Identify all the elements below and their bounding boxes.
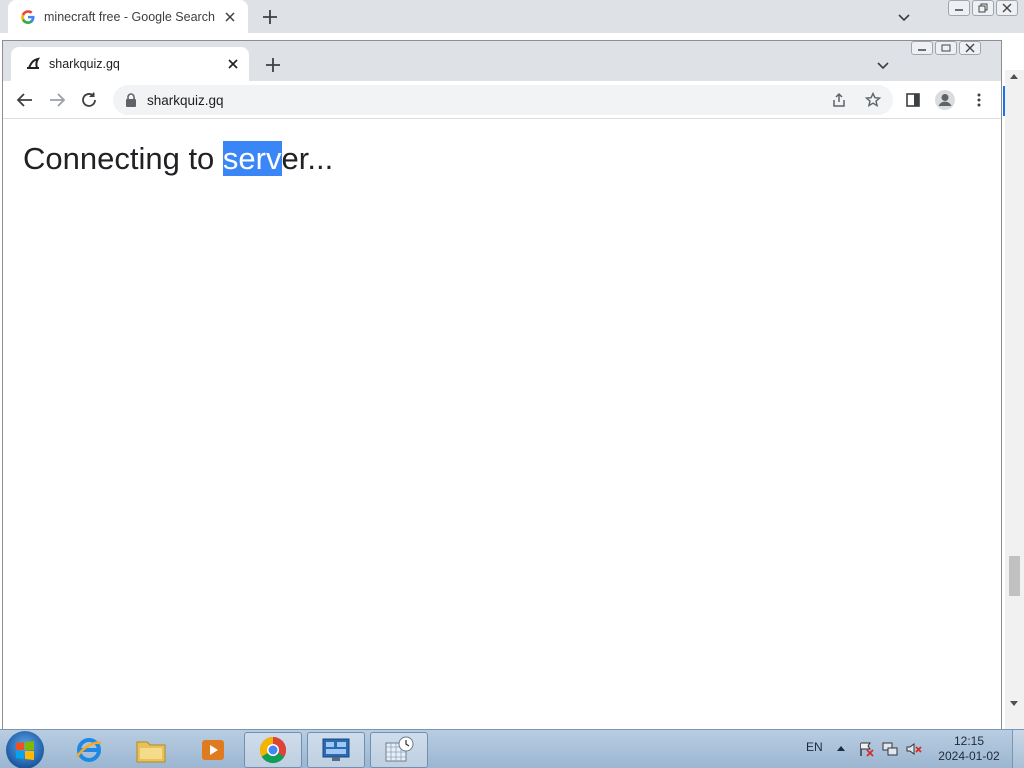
url-text: sharkquiz.gq — [147, 93, 224, 108]
volume-muted-icon[interactable] — [906, 741, 922, 757]
reload-icon[interactable] — [79, 90, 99, 110]
close-window-button[interactable] — [996, 0, 1018, 16]
clock-time: 12:15 — [953, 734, 985, 748]
new-tab-icon[interactable] — [263, 55, 283, 75]
windows-logo-icon — [16, 741, 34, 760]
page-content: Connecting to server... — [3, 119, 1001, 729]
restore-button[interactable] — [972, 0, 994, 16]
bookmark-star-icon[interactable] — [864, 91, 882, 108]
chevron-down-icon[interactable] — [896, 9, 912, 25]
chrome-icon[interactable] — [244, 732, 302, 768]
profile-avatar-icon[interactable] — [933, 88, 957, 112]
heading-text-rest: er... — [281, 141, 334, 176]
scrollbar-thumb[interactable] — [1009, 556, 1020, 596]
scroll-up-arrow-icon[interactable] — [1010, 74, 1018, 79]
minimize-button[interactable] — [948, 0, 970, 16]
start-button[interactable] — [6, 731, 44, 768]
close-window-button[interactable] — [959, 41, 981, 55]
chevron-down-icon[interactable] — [875, 57, 891, 73]
network-icon[interactable] — [882, 741, 898, 757]
scrollbar[interactable] — [1005, 70, 1024, 730]
maximize-button[interactable] — [935, 41, 957, 55]
browser-toolbar: sharkquiz.gq — [3, 81, 1001, 119]
address-bar[interactable]: sharkquiz.gq — [113, 85, 893, 115]
side-panel-icon[interactable] — [903, 90, 923, 110]
back-arrow-icon[interactable] — [15, 90, 35, 110]
google-g-icon — [20, 9, 36, 25]
taskbar: EN 12:15 2024-01-02 — [0, 729, 1024, 768]
page-heading: Connecting to server... — [23, 141, 333, 177]
background-tab[interactable]: minecraft free - Google Search — [8, 0, 248, 34]
window-controls — [911, 41, 981, 55]
menu-kebab-icon[interactable] — [969, 90, 989, 110]
minimize-button[interactable] — [911, 41, 933, 55]
control-panel-icon[interactable] — [307, 732, 365, 768]
heading-text: Connecting to — [23, 141, 223, 176]
close-icon[interactable] — [225, 56, 241, 72]
selected-text: serv — [222, 141, 282, 176]
calendar-clock-icon[interactable] — [370, 732, 428, 768]
language-indicator[interactable]: EN — [806, 740, 823, 754]
shark-fin-icon — [25, 56, 41, 72]
clock-date: 2024-01-02 — [938, 749, 1000, 763]
show-hidden-icons-icon[interactable] — [837, 746, 845, 751]
share-icon[interactable] — [831, 92, 847, 108]
system-clock[interactable]: 12:15 2024-01-02 — [930, 734, 1008, 764]
forward-arrow-icon[interactable] — [47, 90, 67, 110]
internet-explorer-icon[interactable] — [60, 732, 118, 768]
file-explorer-icon[interactable] — [122, 732, 180, 768]
action-center-flag-icon[interactable] — [858, 741, 874, 757]
browser-window: sharkquiz.gq sharkquiz.gq Connecting to … — [2, 40, 1002, 730]
background-window-toolbar-edge — [0, 33, 1024, 40]
media-player-icon[interactable] — [184, 732, 242, 768]
background-tab-title: minecraft free - Google Search — [44, 10, 215, 24]
tab-title: sharkquiz.gq — [49, 57, 120, 71]
new-tab-icon[interactable] — [260, 7, 280, 27]
active-tab[interactable]: sharkquiz.gq — [11, 47, 249, 81]
show-desktop-button[interactable] — [1012, 730, 1024, 768]
lock-icon[interactable] — [125, 93, 137, 107]
scroll-down-arrow-icon[interactable] — [1010, 701, 1018, 706]
tab-strip: sharkquiz.gq — [3, 41, 1001, 81]
background-window-controls — [948, 0, 1018, 16]
close-icon[interactable] — [222, 9, 238, 25]
